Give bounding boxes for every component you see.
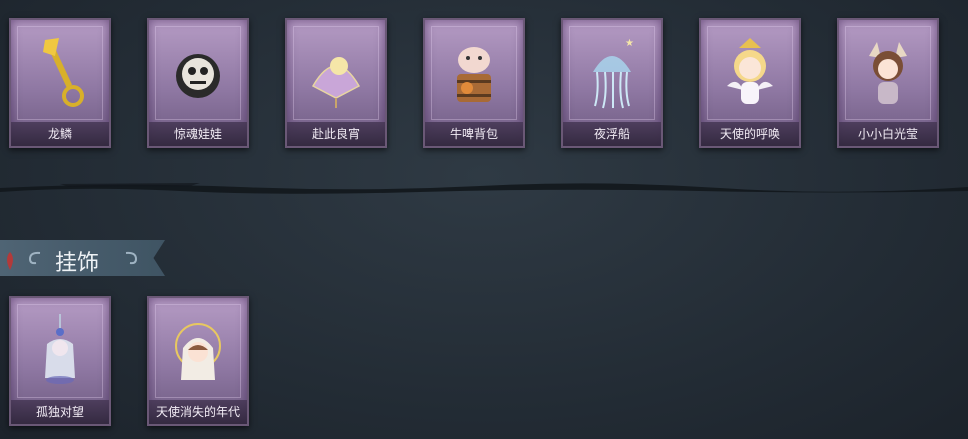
item-label: 孤独对望 (11, 400, 109, 424)
left-scroll-ornament-icon (26, 250, 44, 270)
red-ornament-icon (2, 250, 18, 276)
item-card-xiaoxiao-baiguangying[interactable]: 小小白光莹 (837, 18, 939, 148)
golden-shovel-icon (33, 36, 87, 112)
section-title: 挂饰 (55, 251, 100, 276)
lonely-figure-pendant-icon (33, 314, 87, 390)
item-label: 天使消失的年代 (149, 400, 247, 424)
angel-chibi-icon (723, 36, 777, 112)
item-card-yefuchuan[interactable]: ★ 夜浮船 (561, 18, 663, 148)
item-card-jinghun-doll[interactable]: 惊魂娃娃 (147, 18, 249, 148)
jellyfish-ship-icon: ★ (585, 36, 639, 112)
item-label: 惊魂娃娃 (149, 122, 247, 146)
halo-girl-pendant-icon (171, 314, 225, 390)
fan-moon-icon (309, 36, 363, 112)
item-label: 小小白光莹 (839, 122, 937, 146)
item-card-angel-vanished-era[interactable]: 天使消失的年代 (147, 296, 249, 426)
item-card-beer-backpack[interactable]: 牛啤背包 (423, 18, 525, 148)
item-label: 夜浮船 (563, 122, 661, 146)
item-label: 龙鳞 (11, 122, 109, 146)
cow-beer-backpack-icon (447, 36, 501, 112)
white-light-chibi-icon (861, 36, 915, 112)
skull-doll-icon (171, 36, 225, 112)
item-label: 牛啤背包 (425, 122, 523, 146)
item-label: 赴此良宵 (287, 122, 385, 146)
svg-text:★: ★ (625, 38, 634, 49)
section-divider (0, 183, 968, 194)
item-card-angel-call[interactable]: 天使的呼唤 (699, 18, 801, 148)
item-label: 天使的呼唤 (701, 122, 799, 146)
item-card-gudu-duiwang[interactable]: 孤独对望 (9, 296, 111, 426)
item-card-fucilangxiao[interactable]: 赴此良宵 (285, 18, 387, 148)
right-scroll-ornament-icon (122, 250, 140, 270)
item-card-longlin[interactable]: 龙鳞 (9, 18, 111, 148)
